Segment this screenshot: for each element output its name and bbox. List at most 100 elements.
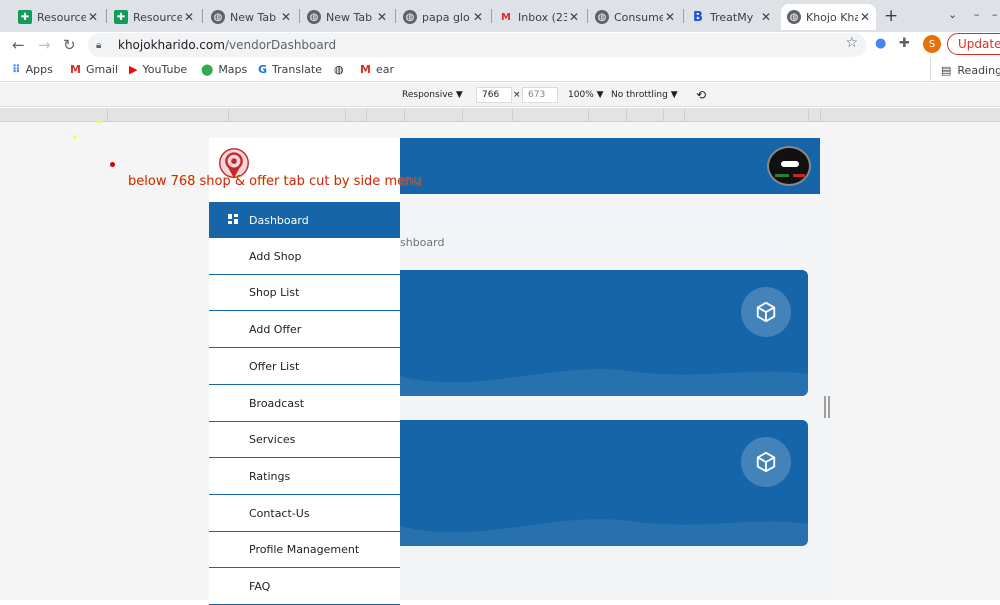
extension-circle-icon[interactable]: ●	[875, 36, 886, 51]
url-bar[interactable]: 🔒︎ khojokharido.com/vendorDashboard ☆	[88, 33, 866, 57]
browser-tab[interactable]: ◍ papa glo ✕	[397, 4, 489, 30]
bookmarks-bar: ▤ Reading ⠿ Apps M Gmail ▶ YouTube ⬤ Maps G Trans…	[0, 58, 1000, 82]
bookmark-star-icon[interactable]: ☆	[845, 35, 858, 51]
sidebar-item-services[interactable]: Services	[209, 422, 400, 458]
ruler-tick[interactable]	[462, 108, 463, 122]
sidebar-item-ratings[interactable]: Ratings	[209, 459, 400, 495]
back-arrow-icon[interactable]: ←	[12, 36, 25, 54]
width-value: 766	[482, 90, 500, 100]
browser-tab[interactable]: ◍ Consume ✕	[589, 4, 681, 30]
browser-tab[interactable]: ◍ New Tab ✕	[301, 4, 393, 30]
tab-separator	[491, 9, 492, 23]
extensions-puzzle-icon[interactable]: ✚	[899, 36, 910, 51]
sidebar-item-contact-us[interactable]: Contact-Us	[209, 496, 400, 532]
ruler-tick[interactable]	[107, 108, 108, 122]
tab-title: Inbox (23	[518, 10, 567, 24]
ruler-tick[interactable]	[588, 108, 589, 122]
bookmark-label: Gmail	[85, 63, 119, 76]
rotate-icon[interactable]: ⟲	[696, 88, 706, 102]
minimize-icon[interactable]: –	[974, 8, 980, 21]
device-selector[interactable]: Responsive ▼	[402, 90, 463, 100]
width-input[interactable]: 766	[476, 87, 512, 103]
tab-close-icon[interactable]: ✕	[858, 10, 872, 24]
tab-close-icon[interactable]: ✕	[663, 10, 677, 24]
sidebar-item-offer-list[interactable]: Offer List	[209, 349, 400, 385]
tab-title: Khojo Kha	[806, 10, 858, 24]
new-tab-button[interactable]: +	[884, 6, 898, 26]
profile-avatar[interactable]: S	[923, 35, 941, 53]
cube-icon	[741, 437, 791, 487]
tab-title: TreatMy	[710, 10, 754, 24]
ruler-tick[interactable]	[366, 108, 367, 122]
globe-icon: ◍	[307, 10, 321, 24]
tab-search-icon[interactable]: ⌄	[948, 8, 957, 21]
window-control-icon[interactable]: –	[992, 8, 998, 21]
address-toolbar: ← → ↻ 🔒︎ khojokharido.com/vendorDashboar…	[0, 32, 1000, 58]
ruler-tick[interactable]	[512, 108, 513, 122]
sidebar-item-label: Ratings	[249, 470, 291, 483]
ruler-tick[interactable]	[808, 108, 809, 122]
browser-tab[interactable]: ✚ Resource ✕	[108, 4, 200, 30]
tab-close-icon[interactable]: ✕	[86, 10, 100, 24]
tab-close-icon[interactable]: ✕	[759, 10, 773, 24]
update-button[interactable]: Update	[947, 33, 1000, 55]
bookmark-label: YouTube	[142, 63, 188, 76]
bookmark-item[interactable]: ▶ YouTube	[129, 63, 187, 76]
maps-pin-icon: ⬤	[201, 63, 214, 76]
bookmark-item[interactable]: Mear	[360, 63, 394, 76]
tab-close-icon[interactable]: ✕	[182, 10, 196, 24]
browser-tab[interactable]: ◍ Khojo Kha ✕	[781, 4, 876, 30]
sidebar-item-add-offer[interactable]: Add Offer	[209, 312, 400, 348]
annotation-dot	[73, 135, 77, 139]
ruler-tick[interactable]	[663, 108, 664, 122]
zoom-selector[interactable]: 100% ▼	[568, 90, 604, 100]
ruler-tick[interactable]	[820, 108, 821, 122]
globe-icon: ◍	[211, 10, 225, 24]
forward-arrow-icon[interactable]: →	[38, 36, 51, 54]
tab-close-icon[interactable]: ✕	[375, 10, 389, 24]
ruler-tick[interactable]	[228, 108, 229, 122]
ruler-tick[interactable]	[345, 108, 346, 122]
bookmark-item[interactable]: ⬤ Maps	[201, 63, 247, 76]
sidebar-item-label: Contact-Us	[249, 507, 310, 520]
ruler-tick[interactable]	[404, 108, 405, 122]
profile-logo-shape	[781, 161, 799, 167]
bookmark-item[interactable]: ◍	[334, 63, 349, 76]
height-input[interactable]: 673	[522, 87, 558, 103]
sidebar-item-label: Broadcast	[249, 397, 305, 410]
reload-icon[interactable]: ↻	[63, 36, 76, 54]
throttling-selector[interactable]: No throttling ▼	[611, 90, 678, 100]
tab-close-icon[interactable]: ✕	[567, 10, 581, 24]
sidebar-item-label: Add Offer	[249, 323, 302, 336]
browser-tab[interactable]: ✚ Resource ✕	[12, 4, 104, 30]
sidebar-item-label: Add Shop	[249, 250, 302, 263]
browser-tab[interactable]: B TreatMy ✕	[685, 4, 777, 30]
reading-list-button[interactable]: ▤ Reading	[930, 58, 1000, 82]
side-menu: Dashboard Add Shop Shop List Add Offer Offer…	[209, 138, 400, 605]
sidebar-item-broadcast[interactable]: Broadcast	[209, 386, 400, 422]
ruler-tick[interactable]	[684, 108, 685, 122]
tab-close-icon[interactable]: ✕	[471, 10, 485, 24]
tab-close-icon[interactable]: ✕	[279, 10, 293, 24]
gmail-icon: M	[70, 63, 81, 76]
profile-logo-shape	[793, 174, 805, 177]
sidebar-item-dashboard[interactable]: Dashboard	[209, 202, 400, 238]
bookmark-item[interactable]: ⠿ Apps	[12, 63, 53, 76]
browser-tab[interactable]: M Inbox (23 ✕	[493, 4, 585, 30]
bookmark-item[interactable]: M Gmail	[70, 63, 118, 76]
stat-card[interactable]	[400, 270, 808, 396]
sidebar-item-profile-management[interactable]: Profile Management	[209, 532, 400, 568]
viewport-resize-handle[interactable]	[824, 396, 830, 418]
sidebar-item-shop-list[interactable]: Shop List	[209, 275, 400, 311]
sidebar-item-add-shop[interactable]: Add Shop	[209, 239, 400, 275]
update-label: Update	[958, 37, 1000, 51]
annotation-dot	[110, 162, 115, 167]
bookmark-item[interactable]: G Translate	[258, 63, 322, 76]
throttling-label: No throttling	[611, 90, 668, 100]
reading-list-label: Reading	[957, 63, 1000, 77]
ruler-tick[interactable]	[626, 108, 627, 122]
sidebar-item-label: Shop List	[249, 286, 300, 299]
browser-tab[interactable]: ◍ New Tab ✕	[205, 4, 297, 30]
vendor-profile-avatar[interactable]	[767, 146, 811, 186]
stat-card[interactable]	[400, 420, 808, 546]
